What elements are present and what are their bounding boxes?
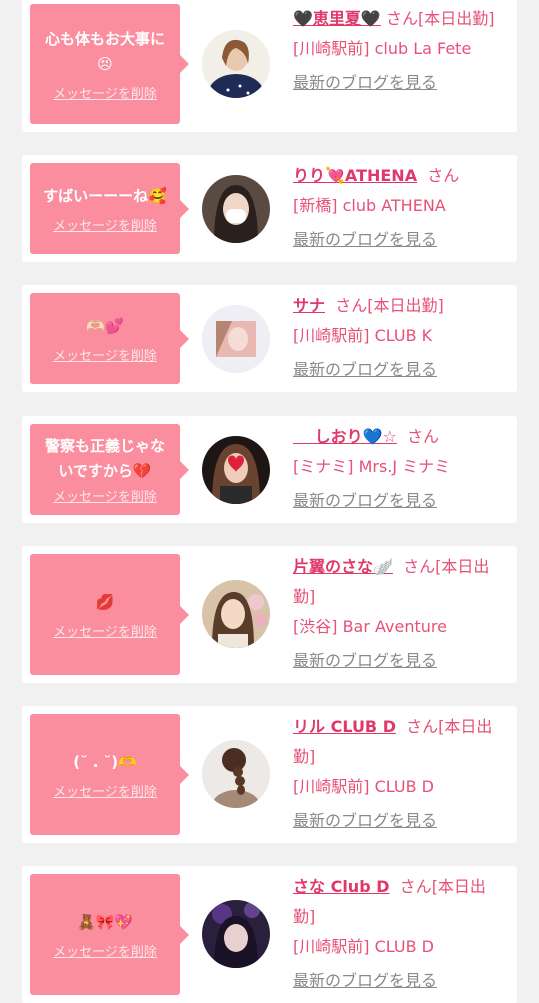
woman-in-navy-top-icon (202, 30, 270, 98)
message-card: (˘ . ˘)🫶 メッセージを削除 リル CLUB D さん[本日出勤] [川崎… (22, 706, 517, 843)
woman-with-flowers-icon (202, 580, 270, 648)
profile-name-link[interactable]: サナ (293, 296, 325, 315)
message-card: 心も体もお大事に 😣 メッセージを削除 🖤恵里夏🖤 さん[本日出勤] [川崎駅前… (22, 0, 517, 132)
profile-info: サナ さん[本日出勤] [川崎駅前] CLUB K 最新のブログを見る (293, 291, 508, 385)
latest-blog-link[interactable]: 最新のブログを見る (293, 355, 437, 385)
shop-name: [川崎駅前] club La Fete (293, 39, 472, 58)
profile-info: 片翼のさな🪽 さん[本日出勤] [渋谷] Bar Aventure 最新のブログ… (293, 552, 508, 676)
message-text: 🧸🎀💖 (76, 912, 134, 931)
message-card: すばいーーーね🥰 メッセージを削除 りり💘ATHENA さん [新橋] club… (22, 155, 517, 262)
profile-info: さな Club D さん[本日出勤] [川崎駅前] CLUB D 最新のブログを… (293, 872, 508, 996)
message-bubble: 警察も正義じゃな いですから💔 メッセージを削除 (30, 424, 180, 515)
shop-name: [川崎駅前] CLUB D (293, 937, 434, 956)
woman-with-heart-sticker-icon (202, 436, 270, 504)
profile-name-link[interactable]: 片翼のさな🪽 (293, 557, 393, 576)
avatar[interactable] (202, 580, 270, 648)
latest-blog-link[interactable]: 最新のブログを見る (293, 806, 437, 836)
message-bubble: (˘ . ˘)🫶 メッセージを削除 (30, 714, 180, 835)
latest-blog-link[interactable]: 最新のブログを見る (293, 225, 437, 255)
delete-message-link[interactable]: メッセージを削除 (53, 215, 157, 234)
delete-message-link[interactable]: メッセージを削除 (53, 486, 157, 505)
shop-name: [ミナミ] Mrs.J ミナミ (293, 457, 451, 476)
avatar[interactable] (202, 740, 270, 808)
message-card: 💋 メッセージを削除 片翼のさな🪽 さん[本日出勤] [渋谷] Bar Aven… (22, 546, 517, 683)
message-text: 🫶🏻💕 (86, 316, 124, 335)
message-text: 心も体もお大事に 😣 (44, 29, 165, 73)
latest-blog-link[interactable]: 最新のブログを見る (293, 966, 437, 996)
profile-name-link[interactable]: りり💘ATHENA (293, 166, 417, 185)
message-bubble: 🧸🎀💖 メッセージを削除 (30, 874, 180, 995)
message-bubble: 💋 メッセージを削除 (30, 554, 180, 675)
latest-blog-link[interactable]: 最新のブログを見る (293, 646, 437, 676)
delete-message-link[interactable]: メッセージを削除 (53, 941, 157, 960)
avatar[interactable] (202, 900, 270, 968)
message-bubble: 心も体もお大事に 😣 メッセージを削除 (30, 4, 180, 124)
braided-hair-back-icon (202, 740, 270, 808)
blurred-portrait-icon (202, 305, 270, 373)
avatar[interactable] (202, 175, 270, 243)
profile-info: りり💘ATHENA さん [新橋] club ATHENA 最新のブログを見る (293, 161, 508, 255)
message-text: 💋 (95, 592, 115, 611)
message-bubble: すばいーーーね🥰 メッセージを削除 (30, 163, 180, 254)
profile-info: しおり💙☆ さん [ミナミ] Mrs.J ミナミ 最新のブログを見る (293, 422, 508, 516)
shop-name: [新橋] club ATHENA (293, 196, 446, 215)
latest-blog-link[interactable]: 最新のブログを見る (293, 486, 437, 516)
profile-name-link[interactable]: さな Club D (293, 877, 390, 896)
latest-blog-link[interactable]: 最新のブログを見る (293, 68, 437, 98)
shop-name: [渋谷] Bar Aventure (293, 617, 447, 636)
message-card: 🧸🎀💖 メッセージを削除 さな Club D さん[本日出勤] [川崎駅前] C… (22, 866, 517, 1003)
avatar[interactable] (202, 305, 270, 373)
delete-message-link[interactable]: メッセージを削除 (53, 781, 157, 800)
profile-name-link[interactable]: 🖤恵里夏🖤 (293, 9, 381, 28)
message-card: 🫶🏻💕 メッセージを削除 サナ さん[本日出勤] [川崎駅前] CLUB K 最… (22, 285, 517, 392)
delete-message-link[interactable]: メッセージを削除 (53, 345, 157, 364)
message-text: すばいーーーね🥰 (43, 186, 167, 205)
profile-name-link[interactable]: しおり💙☆ (293, 427, 397, 446)
shop-name: [川崎駅前] CLUB K (293, 326, 433, 345)
profile-info: 🖤恵里夏🖤 さん[本日出勤] [川崎駅前] club La Fete 最新のブロ… (293, 4, 508, 98)
message-text: (˘ . ˘)🫶 (73, 752, 137, 771)
profile-info: リル CLUB D さん[本日出勤] [川崎駅前] CLUB D 最新のブログを… (293, 712, 508, 836)
avatar[interactable] (202, 30, 270, 98)
woman-with-mask-icon (202, 175, 270, 243)
woman-purple-light-icon (202, 900, 270, 968)
delete-message-link[interactable]: メッセージを削除 (53, 621, 157, 640)
profile-name-link[interactable]: リル CLUB D (293, 717, 396, 736)
message-text: 警察も正義じゃな いですから💔 (44, 437, 165, 480)
message-card: 警察も正義じゃな いですから💔 メッセージを削除 しおり💙☆ さん [ミナミ] … (22, 416, 517, 523)
delete-message-link[interactable]: メッセージを削除 (53, 83, 157, 102)
message-bubble: 🫶🏻💕 メッセージを削除 (30, 293, 180, 384)
avatar[interactable] (202, 436, 270, 504)
shop-name: [川崎駅前] CLUB D (293, 777, 434, 796)
